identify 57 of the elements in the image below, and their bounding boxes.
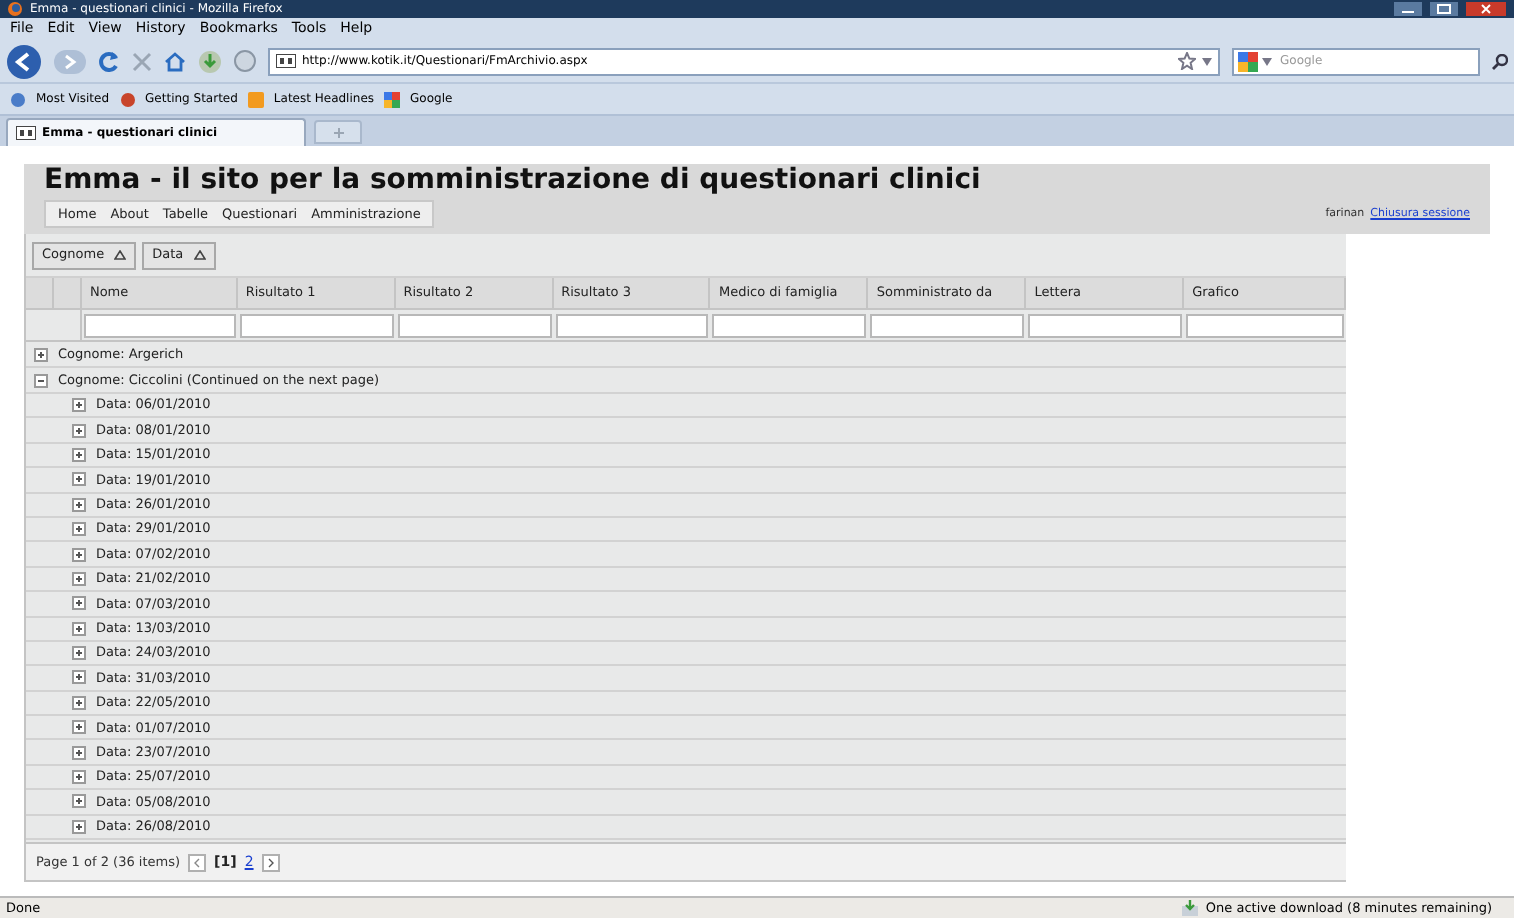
filter-field[interactable]: [555, 313, 709, 337]
rss-icon: [247, 91, 264, 107]
filter-field[interactable]: [239, 313, 394, 337]
expand-icon[interactable]: [72, 472, 86, 487]
chevron-left-icon: [194, 857, 201, 867]
search-icon: [1492, 53, 1508, 69]
filter-field[interactable]: [397, 313, 552, 337]
expand-icon[interactable]: [72, 497, 86, 512]
expand-icon[interactable]: [72, 423, 86, 438]
collapse-icon[interactable]: [34, 373, 48, 387]
reload-icon: [98, 50, 120, 72]
expand-icon[interactable]: [72, 571, 86, 586]
plus-icon: [333, 127, 343, 137]
close-icon: [1466, 2, 1506, 16]
previous-page-button[interactable]: [188, 853, 207, 871]
filter-field[interactable]: [1028, 313, 1183, 337]
firefox-icon: [119, 91, 136, 107]
stop-icon: [132, 51, 152, 71]
site-title: Emma - il sito per la somministrazione di questionari clinici: [44, 166, 981, 194]
expand-icon[interactable]: [72, 447, 86, 462]
expand-icon[interactable]: [72, 794, 86, 809]
expand-icon[interactable]: [72, 646, 86, 661]
expand-icon[interactable]: [72, 745, 86, 760]
filter-field[interactable]: [1186, 313, 1344, 337]
maximize-icon: [1430, 2, 1458, 16]
expand-icon[interactable]: [34, 347, 48, 361]
google-icon: [384, 91, 401, 107]
expand-icon[interactable]: [72, 596, 86, 611]
home-icon: [164, 51, 186, 71]
filter-field[interactable]: [83, 313, 236, 337]
site-icon: [276, 54, 296, 68]
expand-icon[interactable]: [72, 720, 86, 735]
download-icon: [1181, 900, 1198, 916]
minimize-icon: [1394, 2, 1422, 16]
expand-icon[interactable]: [72, 695, 86, 710]
globe-icon: [10, 91, 26, 107]
star-icon: [1178, 52, 1196, 70]
filter-field[interactable]: [870, 313, 1025, 337]
filter-field[interactable]: [712, 313, 867, 337]
expand-icon[interactable]: [72, 670, 86, 685]
forward-icon: [54, 49, 86, 73]
sort-triangle-icon: [193, 250, 206, 260]
next-page-button[interactable]: [261, 853, 280, 871]
download-icon: [198, 49, 222, 73]
firefox-icon: [8, 2, 22, 16]
back-icon: [6, 43, 42, 79]
chevron-right-icon: [267, 857, 274, 867]
globe-icon: [234, 50, 256, 72]
expand-icon[interactable]: [72, 547, 86, 562]
sort-triangle-icon: [114, 250, 127, 260]
expand-icon[interactable]: [72, 621, 86, 636]
dropdown-icon: [1202, 57, 1212, 65]
expand-icon[interactable]: [72, 819, 86, 834]
site-icon: [16, 126, 36, 140]
expand-icon[interactable]: [72, 398, 86, 413]
expand-icon[interactable]: [72, 522, 86, 537]
expand-icon[interactable]: [72, 770, 86, 785]
